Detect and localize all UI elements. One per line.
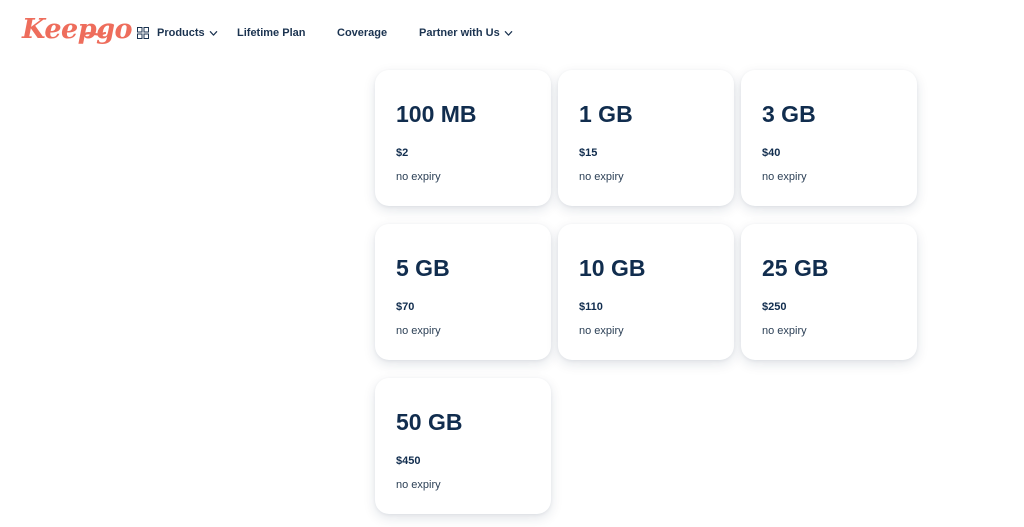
nav-products[interactable]: Products <box>137 24 218 42</box>
nav-partner-label: Partner with Us <box>419 27 500 39</box>
plan-size: 25 GB <box>762 255 829 281</box>
nav-lifetime-label: Lifetime Plan <box>237 27 306 39</box>
grid-icon <box>137 27 149 39</box>
nav-coverage-label: Coverage <box>337 27 388 39</box>
plan-card-100mb[interactable]: 100 MB $2 no expiry <box>375 70 551 206</box>
plan-price: $450 <box>396 455 421 467</box>
plan-expiry: no expiry <box>396 171 441 183</box>
plan-expiry: no expiry <box>579 325 624 337</box>
plan-price: $70 <box>396 301 415 313</box>
keepgo-logo[interactable]: Keepgo <box>22 12 133 48</box>
plan-size: 10 GB <box>579 255 646 281</box>
plan-card-50gb[interactable]: 50 GB $450 no expiry <box>375 378 551 514</box>
site-header: Keepgo Products Lifetime Plan Coverage P… <box>0 0 1024 66</box>
plan-price: $250 <box>762 301 787 313</box>
nav-lifetime-plan[interactable]: Lifetime Plan <box>237 24 305 42</box>
plan-card-5gb[interactable]: 5 GB $70 no expiry <box>375 224 551 360</box>
nav-partner-with-us[interactable]: Partner with Us <box>419 24 513 42</box>
logo-swoosh-icon <box>84 31 106 36</box>
plan-expiry: no expiry <box>396 479 441 491</box>
plan-expiry: no expiry <box>762 171 807 183</box>
chevron-down-icon <box>209 30 217 36</box>
plan-size: 1 GB <box>579 101 633 127</box>
plan-size: 50 GB <box>396 409 463 435</box>
plan-card-10gb[interactable]: 10 GB $110 no expiry <box>558 224 734 360</box>
nav-products-label: Products <box>157 27 205 39</box>
plan-expiry: no expiry <box>579 171 624 183</box>
plan-size: 3 GB <box>762 101 816 127</box>
page: Keepgo Products Lifetime Plan Coverage P… <box>0 0 1024 527</box>
plan-expiry: no expiry <box>396 325 441 337</box>
plan-size: 100 MB <box>396 101 477 127</box>
plan-size: 5 GB <box>396 255 450 281</box>
plan-price: $40 <box>762 147 781 159</box>
plan-expiry: no expiry <box>762 325 807 337</box>
plan-price: $110 <box>579 301 603 313</box>
chevron-down-icon <box>504 30 512 36</box>
plan-card-25gb[interactable]: 25 GB $250 no expiry <box>741 224 917 360</box>
nav-coverage[interactable]: Coverage <box>337 24 387 42</box>
plan-price: $15 <box>579 147 598 159</box>
plan-price: $2 <box>396 147 409 159</box>
plan-card-3gb[interactable]: 3 GB $40 no expiry <box>741 70 917 206</box>
plan-card-1gb[interactable]: 1 GB $15 no expiry <box>558 70 734 206</box>
